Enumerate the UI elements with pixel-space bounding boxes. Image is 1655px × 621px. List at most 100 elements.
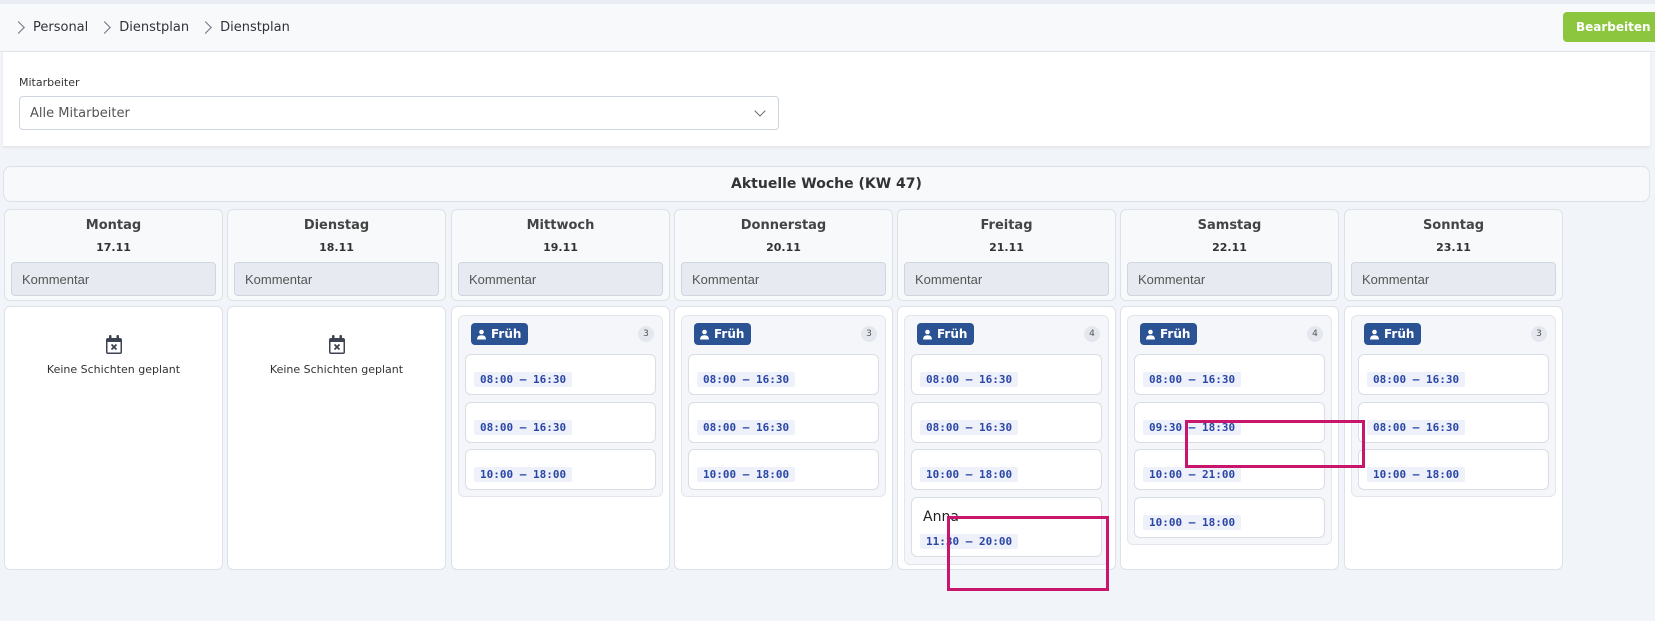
breadcrumb-personal[interactable]: Personal [33,20,88,35]
shift-group-frueh: Früh 3 08:00 – 16:30 08:00 – 16:30 10:00… [458,315,663,497]
day-date: 22.11 [1212,241,1247,254]
shift-type-label: Früh [1160,327,1191,341]
comment-input[interactable]: Kommentar [234,262,439,296]
day-date: 23.11 [1436,241,1471,254]
day-column-monday: Keine Schichten geplant [4,306,223,570]
day-header-wednesday: Mittwoch 19.11 Kommentar [451,209,670,301]
person-icon [477,329,486,339]
day-name: Donnerstag [740,218,827,233]
shift-type-label: Früh [1384,327,1415,341]
shift-type-tag: Früh [471,323,529,345]
day-name: Dienstag [303,218,370,233]
shift-group-frueh: Früh 4 08:00 – 16:30 09:30 – 18:30 10:00… [1127,315,1332,545]
edit-button[interactable]: Bearbeiten [1563,12,1655,42]
day-name: Montag [85,218,142,233]
empty-state: Keine Schichten geplant [228,335,445,376]
shift-time: 09:30 – 18:30 [1143,420,1242,435]
edit-button-label: Bearbeiten [1576,20,1651,34]
comment-input[interactable]: Kommentar [681,262,886,296]
person-icon [1370,329,1379,339]
shift-time: 08:00 – 16:30 [474,372,573,387]
person-icon [1146,329,1155,339]
employee-filter-label: Mitarbeiter [19,76,80,89]
day-header-monday: Montag 17.11 Kommentar [4,209,223,301]
shift-card-named[interactable]: Anna 11:30 – 20:00 [911,497,1102,557]
day-header-friday: Freitag 21.11 Kommentar [897,209,1116,301]
day-name: Freitag [980,218,1033,233]
comment-input[interactable]: Kommentar [1351,262,1556,296]
person-icon [923,329,932,339]
day-column-thursday: Früh 3 08:00 – 16:30 08:00 – 16:30 10:00… [674,306,893,570]
shift-card[interactable]: 08:00 – 16:30 [911,354,1102,395]
shift-card[interactable]: 08:00 – 16:30 [1358,354,1549,395]
day-column-wednesday: Früh 3 08:00 – 16:30 08:00 – 16:30 10:00… [451,306,670,570]
day-date: 17.11 [96,241,131,254]
shift-card[interactable]: 08:00 – 16:30 [911,402,1102,443]
shift-type-label: Früh [937,327,968,341]
day-date: 21.11 [989,241,1024,254]
day-header-thursday: Donnerstag 20.11 Kommentar [674,209,893,301]
chevron-right-icon [98,21,112,34]
empty-state: Keine Schichten geplant [5,335,222,376]
shift-card[interactable]: 10:00 – 18:00 [688,449,879,490]
person-icon [700,329,709,339]
shift-type-tag: Früh [1364,323,1422,345]
day-name: Mittwoch [526,218,595,233]
shift-card[interactable]: 08:00 – 16:30 [688,402,879,443]
shift-time: 10:00 – 18:00 [1143,515,1242,530]
calendar-x-icon [328,335,345,354]
page-header: Personal Dienstplan Dienstplan Bearbeite… [0,4,1655,52]
shift-card[interactable]: 08:00 – 16:30 [465,354,656,395]
shift-time: 08:00 – 16:30 [920,372,1019,387]
breadcrumb: Personal Dienstplan Dienstplan [0,20,290,35]
shift-card[interactable]: 10:00 – 18:00 [465,449,656,490]
shift-type-tag: Früh [694,323,752,345]
shift-time: 08:00 – 16:30 [697,372,796,387]
shift-type-tag: Früh [917,323,975,345]
shift-count-badge: 3 [1531,326,1547,342]
day-date: 20.11 [766,241,801,254]
shift-time: 10:00 – 18:00 [474,467,573,482]
shift-card[interactable]: 10:00 – 18:00 [911,449,1102,490]
comment-input[interactable]: Kommentar [904,262,1109,296]
shift-time: 10:00 – 21:00 [1143,467,1242,482]
shift-time: 10:00 – 18:00 [920,467,1019,482]
shift-card[interactable]: 10:00 – 21:00 [1134,449,1325,490]
empty-state-text: Keine Schichten geplant [269,363,404,376]
day-column-saturday: Früh 4 08:00 – 16:30 09:30 – 18:30 10:00… [1120,306,1339,570]
shift-count-badge: 4 [1307,326,1323,342]
shift-card[interactable]: 08:00 – 16:30 [465,402,656,443]
day-column-sunday: Früh 3 08:00 – 16:30 08:00 – 16:30 10:00… [1344,306,1563,570]
breadcrumb-dienstplan[interactable]: Dienstplan [119,20,189,35]
comment-input[interactable]: Kommentar [1127,262,1332,296]
shift-time: 08:00 – 16:30 [1367,420,1466,435]
shift-count-badge: 4 [1084,326,1100,342]
shift-type-label: Früh [491,327,522,341]
shift-card[interactable]: 08:00 – 16:30 [688,354,879,395]
comment-input[interactable]: Kommentar [11,262,216,296]
shift-type-tag: Früh [1140,323,1198,345]
week-title: Aktuelle Woche (KW 47) [731,176,922,192]
employee-select[interactable]: Alle Mitarbeiter [19,96,779,130]
comment-input[interactable]: Kommentar [458,262,663,296]
shift-count-badge: 3 [861,326,877,342]
shift-time: 10:00 – 18:00 [697,467,796,482]
day-column-friday: Früh 4 08:00 – 16:30 08:00 – 16:30 10:00… [897,306,1116,570]
chevron-down-icon [754,105,766,117]
shift-card[interactable]: 08:00 – 16:30 [1358,402,1549,443]
shift-type-label: Früh [714,327,745,341]
shift-card[interactable]: 09:30 – 18:30 [1134,402,1325,443]
shift-card[interactable]: 08:00 – 16:30 [1134,354,1325,395]
shift-card[interactable]: 10:00 – 18:00 [1358,449,1549,490]
shift-count-badge: 3 [638,326,654,342]
chevron-right-icon [12,21,25,34]
day-name: Sonntag [1422,218,1485,233]
shift-group-frueh: Früh 4 08:00 – 16:30 08:00 – 16:30 10:00… [904,315,1109,565]
shift-time: 08:00 – 16:30 [1367,372,1466,387]
shift-group-frueh: Früh 3 08:00 – 16:30 08:00 – 16:30 10:00… [1351,315,1556,497]
shift-card[interactable]: 10:00 – 18:00 [1134,497,1325,538]
shift-time: 08:00 – 16:30 [697,420,796,435]
calendar-x-icon [105,335,122,354]
day-date: 18.11 [319,241,354,254]
shift-group-frueh: Früh 3 08:00 – 16:30 08:00 – 16:30 10:00… [681,315,886,497]
